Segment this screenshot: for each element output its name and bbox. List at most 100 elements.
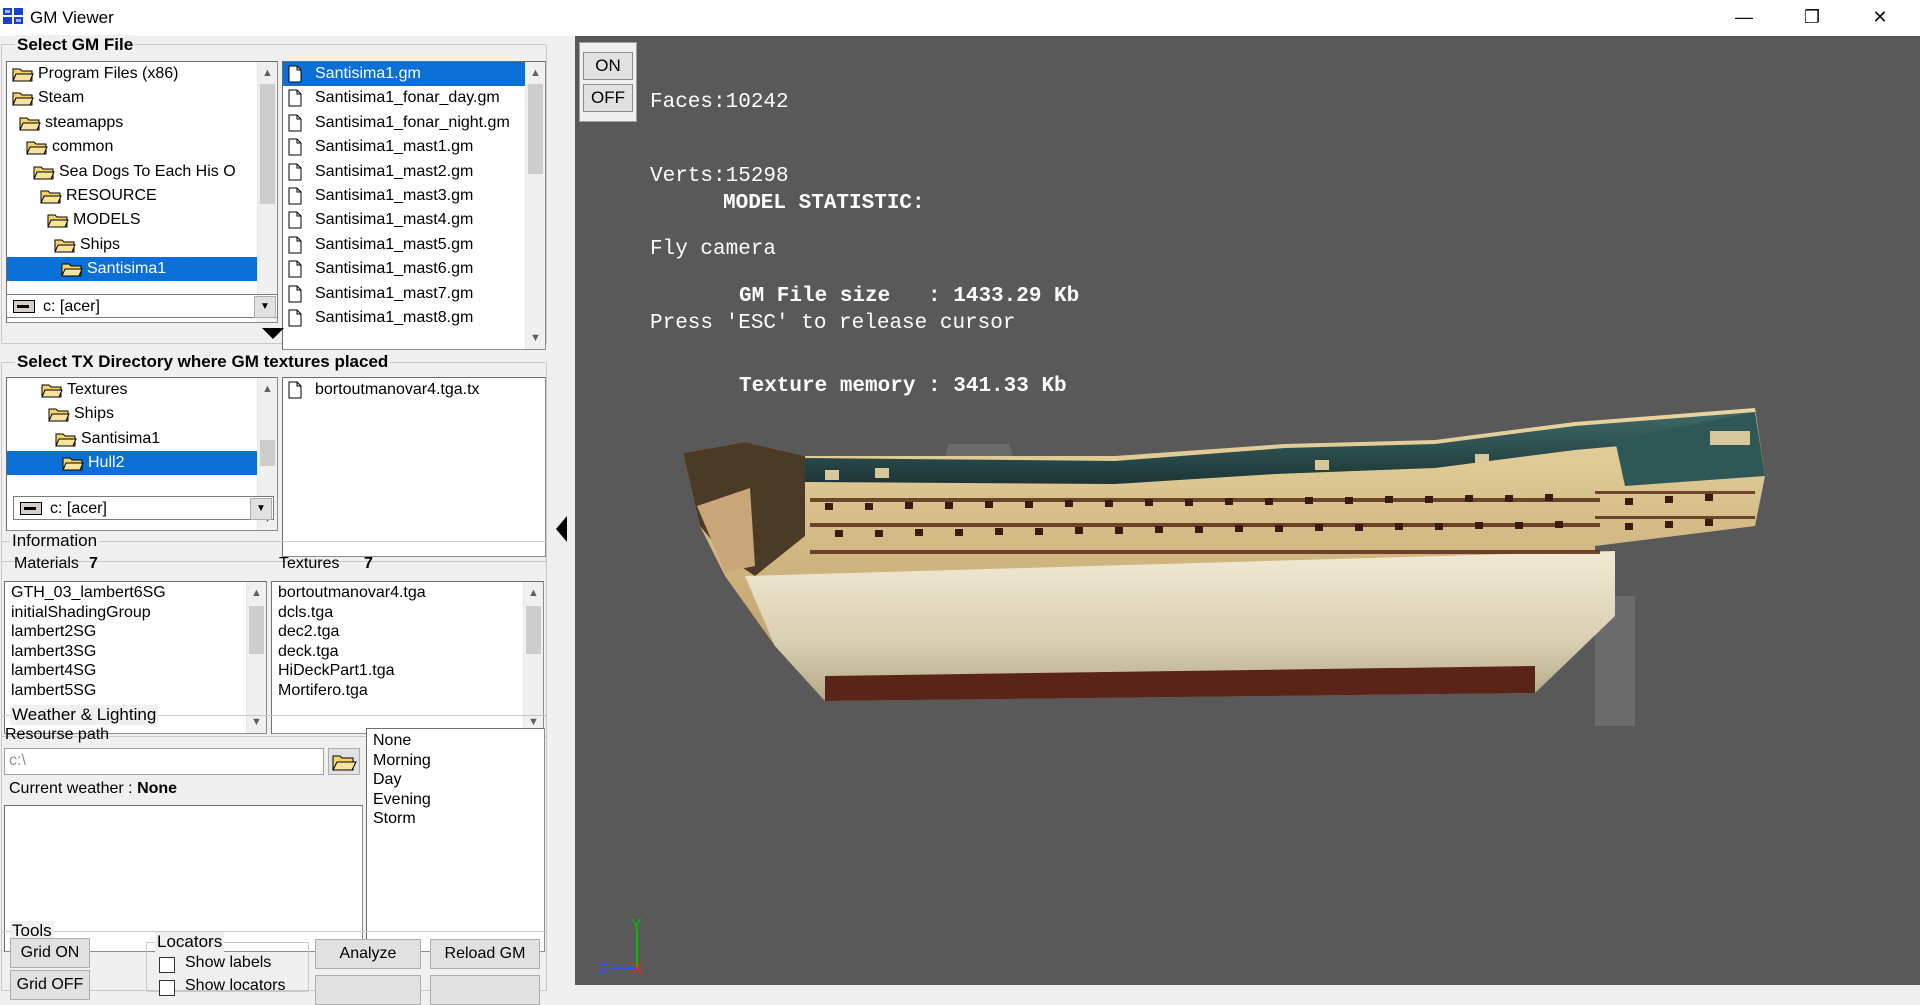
tx-folder-item[interactable]: Textures: [7, 378, 259, 402]
material-item[interactable]: lambert3SG: [11, 642, 96, 661]
weather-option[interactable]: Storm: [373, 809, 416, 828]
scroll-thumb[interactable]: [526, 606, 541, 654]
gm-file-item[interactable]: Santisima1_mast5.gm: [283, 233, 527, 257]
drive-icon: [13, 300, 35, 313]
materials-scrollbar[interactable]: ▲ ▼: [246, 582, 266, 733]
texture-item[interactable]: dec2.tga: [278, 622, 339, 641]
texture-item[interactable]: Mortifero.tga: [278, 681, 368, 700]
gm-file-item[interactable]: Santisima1_mast2.gm: [283, 160, 527, 184]
scroll-up-icon[interactable]: ▲: [258, 380, 277, 398]
gm-file-item[interactable]: Santisima1_mast6.gm: [283, 257, 527, 281]
texture-item[interactable]: dcls.tga: [278, 603, 333, 622]
gm-file-item[interactable]: Santisima1_mast1.gm: [283, 135, 527, 159]
gm-folder-item[interactable]: MODELS: [7, 208, 259, 232]
gm-file-scrollbar[interactable]: ▲ ▼: [525, 62, 545, 349]
left-panel: Select GM File Program Files (x86) Steam s…: [0, 35, 550, 1005]
analyze-button[interactable]: Analyze: [315, 939, 421, 969]
material-item[interactable]: lambert5SG: [11, 681, 96, 700]
file-icon: [288, 309, 302, 327]
collapse-arrow-icon[interactable]: [262, 328, 284, 340]
dropdown-arrow-icon[interactable]: ▼: [250, 498, 272, 520]
show-locators-label: Show locators: [185, 977, 286, 994]
scroll-down-icon[interactable]: ▼: [526, 329, 545, 347]
scroll-thumb[interactable]: [260, 84, 275, 204]
tx-file-item[interactable]: bortoutmanovar4.tga.tx: [283, 378, 527, 402]
scroll-thumb[interactable]: [249, 606, 264, 654]
gm-folder-item[interactable]: Ships: [7, 233, 259, 257]
gm-file-item[interactable]: Santisima1_mast3.gm: [283, 184, 527, 208]
gm-folder-label: Steam: [38, 89, 85, 107]
tx-folder-item[interactable]: Ships: [7, 402, 259, 426]
restore-button[interactable]: ❐: [1778, 0, 1846, 34]
weather-option[interactable]: Day: [373, 770, 401, 789]
texture-item[interactable]: deck.tga: [278, 642, 338, 661]
folder-icon: [62, 455, 84, 471]
tx-drive-select[interactable]: c: [acer] ▼: [13, 496, 274, 520]
textures-list[interactable]: bortoutmanovar4.tga dcls.tga dec2.tga deck.…: [271, 581, 544, 734]
gm-folder-scrollbar[interactable]: ▲ ▼: [257, 62, 277, 322]
gm-folder-item[interactable]: steamapps: [7, 111, 259, 135]
gm-file-label: Santisima1_mast4.gm: [315, 211, 474, 229]
texture-item[interactable]: bortoutmanovar4.tga: [278, 583, 426, 602]
resource-path-input[interactable]: c:\: [4, 748, 324, 775]
tx-folder-item[interactable]: Santisima1: [7, 427, 259, 451]
scroll-up-icon[interactable]: ▲: [524, 584, 543, 602]
gm-file-item[interactable]: Santisima1_mast7.gm: [283, 282, 527, 306]
gm-folder-item[interactable]: Santisima1: [7, 257, 259, 282]
tx-file-list[interactable]: bortoutmanovar4.tga.tx: [282, 377, 546, 557]
material-item[interactable]: lambert4SG: [11, 661, 96, 680]
show-labels-label: Show labels: [185, 954, 272, 971]
material-item[interactable]: lambert2SG: [11, 622, 96, 641]
tools-button-3[interactable]: [315, 975, 421, 1005]
material-item[interactable]: GTH_03_lambert6SG: [11, 583, 166, 602]
weather-options-list[interactable]: None Morning Day Evening Storm: [366, 728, 545, 952]
grid-off-button[interactable]: Grid OFF: [10, 970, 90, 1000]
weather-option[interactable]: Evening: [373, 790, 431, 809]
gm-folder-label: Santisima1: [87, 260, 167, 278]
folder-icon: [54, 237, 76, 253]
gm-folder-item[interactable]: common: [7, 135, 259, 159]
tx-folder-item[interactable]: Hull2: [7, 451, 259, 476]
textures-scrollbar[interactable]: ▲ ▼: [523, 582, 543, 733]
viewport-3d[interactable]: ON OFF Faces:10242 Verts:15298 Fly camer…: [575, 36, 1920, 985]
splitter[interactable]: [550, 36, 575, 985]
weather-option[interactable]: Morning: [373, 751, 431, 770]
grid-on-button[interactable]: Grid ON: [10, 938, 90, 968]
dropdown-arrow-icon[interactable]: ▼: [254, 296, 276, 318]
gm-file-item[interactable]: Santisima1.gm: [283, 62, 527, 86]
collapse-left-arrow-icon[interactable]: [556, 516, 568, 542]
reload-gm-button[interactable]: Reload GM: [430, 939, 540, 969]
browse-button[interactable]: [328, 748, 360, 775]
show-locators-checkbox[interactable]: [159, 980, 175, 996]
minimize-button[interactable]: —: [1710, 0, 1778, 34]
gm-file-list[interactable]: Santisima1.gm Santisima1_fonar_day.gm Sant…: [282, 61, 546, 350]
gm-drive-select[interactable]: c: [acer] ▼: [6, 294, 278, 318]
gm-folder-label: steamapps: [45, 113, 124, 131]
gm-folder-label: common: [52, 138, 114, 156]
scroll-thumb[interactable]: [260, 440, 275, 466]
gm-file-item[interactable]: Santisima1_mast8.gm: [283, 306, 527, 330]
gm-folder-item[interactable]: Steam: [7, 86, 259, 110]
scroll-thumb[interactable]: [528, 84, 543, 174]
material-item[interactable]: initialShadingGroup: [11, 603, 151, 622]
gm-file-item[interactable]: Santisima1_mast4.gm: [283, 208, 527, 232]
close-button[interactable]: ✕: [1846, 0, 1914, 34]
gm-folder-item[interactable]: Sea Dogs To Each His O: [7, 160, 259, 184]
gm-folder-item[interactable]: Program Files (x86): [7, 62, 259, 86]
show-labels-checkbox[interactable]: [159, 957, 175, 973]
gm-folder-label: Program Files (x86): [38, 65, 179, 82]
textures-label: Textures: [279, 555, 340, 572]
texture-item[interactable]: HiDeckPart1.tga: [278, 661, 395, 680]
tools-button-4[interactable]: [430, 975, 540, 1005]
gm-folder-item[interactable]: RESOURCE: [7, 184, 259, 208]
tx-drive-value: c: [acer]: [50, 500, 107, 517]
scroll-up-icon[interactable]: ▲: [258, 64, 277, 82]
gm-file-item[interactable]: Santisima1_fonar_day.gm: [283, 86, 527, 110]
gm-file-item[interactable]: Santisima1_fonar_night.gm: [283, 111, 527, 135]
gm-file-group-title: Select GM File: [15, 35, 136, 55]
scroll-up-icon[interactable]: ▲: [526, 64, 545, 82]
scroll-up-icon[interactable]: ▲: [247, 584, 266, 602]
gm-folder-tree[interactable]: Program Files (x86) Steam steamapps common S…: [6, 61, 278, 323]
textures-count: 7: [364, 555, 373, 572]
weather-option[interactable]: None: [373, 731, 411, 750]
